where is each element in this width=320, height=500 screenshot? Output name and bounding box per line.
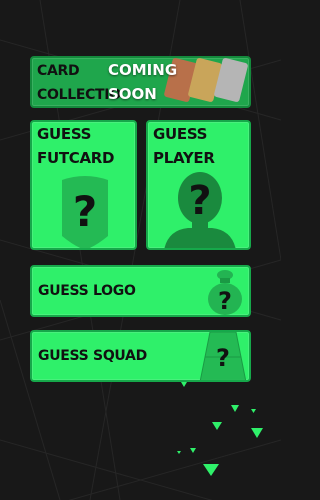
guess-squad-tile[interactable]: GUESS SQUAD ?	[30, 330, 251, 382]
coming-soon-badge-line2: SOON	[108, 85, 157, 103]
guess-logo-label: GUESS LOGO	[38, 283, 136, 299]
guess-player-label-line2: PLAYER	[153, 149, 215, 167]
guess-squad-label: GUESS SQUAD	[38, 348, 147, 364]
guess-player-label-line1: GUESS	[153, 125, 208, 143]
money-bag-icon: ?	[208, 270, 242, 315]
logo-question-glyph: ?	[218, 287, 232, 315]
card-collection-tile[interactable]: CARD COLLECTION COMING SOON	[30, 56, 251, 108]
player-question-glyph: ?	[188, 178, 211, 224]
pitch-icon: ?	[199, 332, 247, 380]
guess-logo-tile[interactable]: GUESS LOGO ?	[30, 265, 251, 317]
guess-player-tile[interactable]: GUESS PLAYER ?	[146, 120, 251, 250]
guess-futcard-label-line2: FUTCARD	[37, 149, 115, 167]
guess-futcard-label-line1: GUESS	[37, 125, 92, 143]
futcard-question-glyph: ?	[73, 187, 97, 236]
coming-soon-badge-line1: COMING	[108, 61, 178, 79]
squad-question-glyph: ?	[216, 344, 230, 372]
card-collection-label-line1: CARD	[37, 63, 80, 79]
player-silhouette-icon: ?	[164, 172, 236, 248]
guess-futcard-tile[interactable]: GUESS FUTCARD ?	[30, 120, 137, 250]
card-silhouette-icon: ?	[62, 176, 108, 248]
